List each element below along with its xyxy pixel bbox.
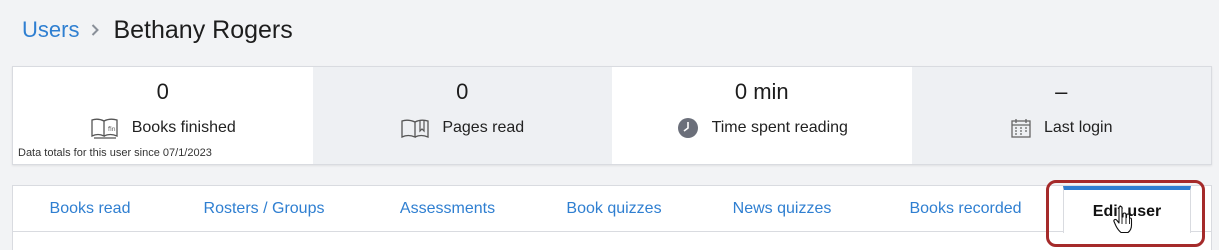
tab-rosters-groups[interactable]: Rosters / Groups bbox=[189, 186, 339, 232]
stats-panel: 0 fin Books finished Data totals for thi… bbox=[12, 66, 1212, 165]
stat-label: Pages read bbox=[442, 119, 525, 136]
stat-value: 0 bbox=[156, 79, 169, 104]
svg-text:fin: fin bbox=[108, 126, 116, 133]
book-icon: fin bbox=[90, 117, 120, 139]
page-title: Bethany Rogers bbox=[113, 15, 293, 44]
breadcrumb: Users Bethany Rogers bbox=[22, 14, 293, 46]
stat-time-spent-reading: 0 min Time spent reading bbox=[612, 67, 912, 164]
tab-assessments[interactable]: Assessments bbox=[385, 186, 510, 232]
stat-last-login: – Last login bbox=[911, 67, 1211, 164]
calendar-icon bbox=[1010, 117, 1032, 139]
stat-value: 0 min bbox=[734, 79, 789, 104]
tab-books-recorded[interactable]: Books recorded bbox=[893, 186, 1038, 232]
tab-bar: Books read Rosters / Groups Assessments … bbox=[13, 186, 1211, 233]
breadcrumb-users-link[interactable]: Users bbox=[22, 17, 79, 43]
tab-news-quizzes[interactable]: News quizzes bbox=[722, 186, 842, 232]
tabs-panel: Books read Rosters / Groups Assessments … bbox=[12, 185, 1212, 250]
hand-cursor-icon bbox=[1113, 205, 1133, 239]
tab-book-quizzes[interactable]: Book quizzes bbox=[554, 186, 674, 232]
stat-value: 0 bbox=[456, 79, 469, 104]
stat-label: Time spent reading bbox=[711, 119, 848, 136]
chevron-right-icon bbox=[91, 24, 100, 36]
stat-label: Last login bbox=[1044, 119, 1113, 136]
stats-note: Data totals for this user since 07/1/202… bbox=[18, 147, 212, 159]
clock-icon bbox=[676, 117, 700, 139]
stat-label: Books finished bbox=[131, 119, 236, 136]
tab-books-read[interactable]: Books read bbox=[35, 186, 145, 232]
stat-books-finished: 0 fin Books finished Data totals for thi… bbox=[13, 67, 313, 164]
open-book-icon bbox=[400, 117, 430, 139]
stat-pages-read: 0 Pages read bbox=[312, 67, 612, 164]
stat-value: – bbox=[1055, 79, 1068, 104]
